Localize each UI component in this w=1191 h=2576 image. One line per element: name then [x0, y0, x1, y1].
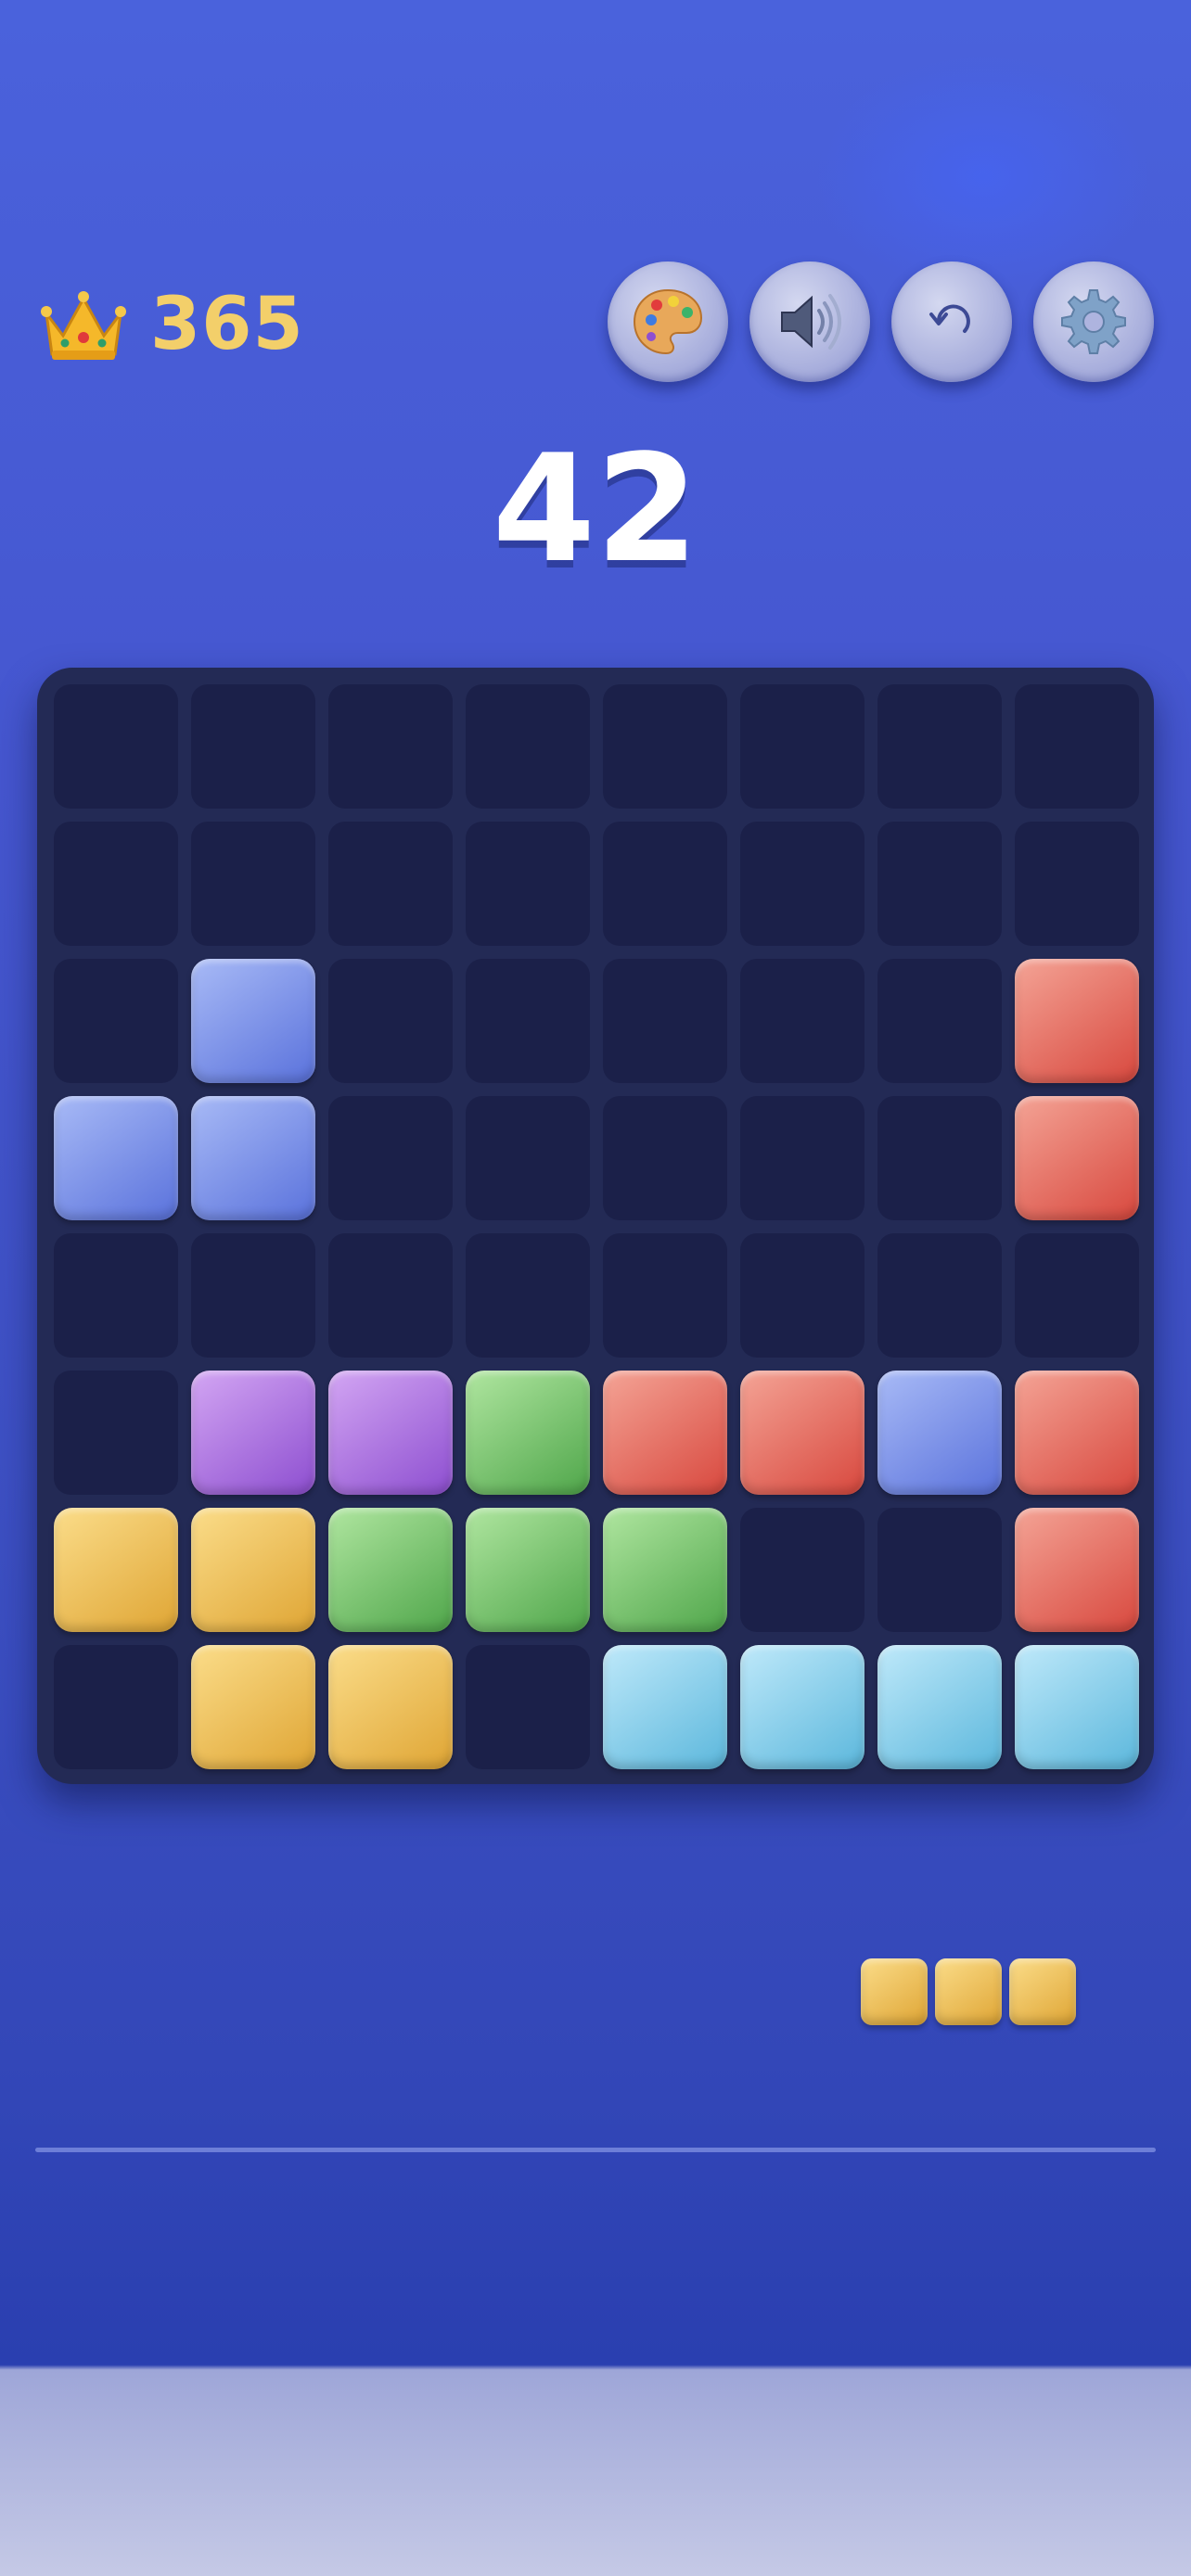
undo-button[interactable]	[891, 261, 1012, 382]
next-piece-block[interactable]	[935, 1958, 1002, 2025]
board-cell[interactable]	[328, 959, 453, 1083]
board-cell[interactable]	[466, 822, 590, 946]
board-cell[interactable]	[603, 1233, 727, 1358]
cyan-block	[1015, 1645, 1139, 1769]
red-block	[1015, 959, 1139, 1083]
divider-line	[35, 2148, 1156, 2152]
board-cell[interactable]	[603, 822, 727, 946]
board-cell[interactable]	[877, 1508, 1002, 1632]
board-cell[interactable]	[740, 822, 864, 946]
board-cell[interactable]	[740, 959, 864, 1083]
board-cell[interactable]	[603, 684, 727, 809]
yellow-block	[191, 1508, 315, 1632]
yellow-block	[328, 1645, 453, 1769]
board-cell[interactable]	[877, 959, 1002, 1083]
red-block	[603, 1371, 727, 1495]
top-bar: 365	[0, 260, 1191, 389]
settings-button[interactable]	[1033, 261, 1154, 382]
board-cell[interactable]	[328, 1233, 453, 1358]
board-cell[interactable]	[740, 1233, 864, 1358]
blue-block	[877, 1371, 1002, 1495]
board-cell[interactable]	[740, 1096, 864, 1220]
board-cell[interactable]	[328, 1096, 453, 1220]
board-cell[interactable]	[466, 1096, 590, 1220]
game-board[interactable]	[37, 668, 1154, 1784]
cyan-block	[740, 1645, 864, 1769]
red-block	[1015, 1371, 1139, 1495]
board-cell[interactable]	[1015, 822, 1139, 946]
board-cell[interactable]	[740, 1508, 864, 1632]
board-cell[interactable]	[191, 1233, 315, 1358]
theme-button[interactable]	[608, 261, 728, 382]
next-piece-block[interactable]	[1009, 1958, 1076, 2025]
board-cell[interactable]	[54, 684, 178, 809]
green-block	[603, 1508, 727, 1632]
sound-button[interactable]	[749, 261, 870, 382]
green-block	[466, 1508, 590, 1632]
purple-block	[191, 1371, 315, 1495]
board-cell[interactable]	[877, 684, 1002, 809]
blue-block	[191, 1096, 315, 1220]
board-cell[interactable]	[1015, 1233, 1139, 1358]
board-cell[interactable]	[1015, 684, 1139, 809]
yellow-block	[54, 1508, 178, 1632]
undo-icon	[929, 304, 970, 333]
board-cell[interactable]	[466, 959, 590, 1083]
board-cell[interactable]	[877, 1096, 1002, 1220]
board-cell[interactable]	[54, 822, 178, 946]
green-block	[328, 1508, 453, 1632]
board-cell[interactable]	[328, 684, 453, 809]
board-cell[interactable]	[466, 684, 590, 809]
best-score-value: 365	[150, 283, 304, 366]
next-piece-block[interactable]	[861, 1958, 928, 2025]
cyan-block	[603, 1645, 727, 1769]
board-cell[interactable]	[54, 1371, 178, 1495]
red-block	[740, 1371, 864, 1495]
toolbar	[608, 261, 1154, 382]
palette-icon	[633, 288, 703, 355]
gear-icon	[1061, 289, 1126, 354]
next-piece-tray	[0, 1938, 1191, 2031]
red-block	[1015, 1096, 1139, 1220]
board-cell[interactable]	[603, 1096, 727, 1220]
crown-icon	[41, 291, 126, 360]
board-cell[interactable]	[328, 822, 453, 946]
board-cell[interactable]	[877, 822, 1002, 946]
red-block	[1015, 1508, 1139, 1632]
board-cell[interactable]	[54, 959, 178, 1083]
board-cell[interactable]	[54, 1233, 178, 1358]
current-score: 42	[492, 422, 699, 595]
board-cell[interactable]	[191, 822, 315, 946]
yellow-block	[191, 1645, 315, 1769]
board-cell[interactable]	[466, 1645, 590, 1769]
blue-block	[191, 959, 315, 1083]
board-cell[interactable]	[877, 1233, 1002, 1358]
blue-block	[54, 1096, 178, 1220]
speaker-icon	[781, 294, 841, 350]
board-cell[interactable]	[191, 684, 315, 809]
board-cell[interactable]	[603, 959, 727, 1083]
best-score: 365	[37, 278, 304, 371]
board-cell[interactable]	[740, 684, 864, 809]
purple-block	[328, 1371, 453, 1495]
board-cell[interactable]	[466, 1233, 590, 1358]
board-cell[interactable]	[54, 1645, 178, 1769]
green-block	[466, 1371, 590, 1495]
cyan-block	[877, 1645, 1002, 1769]
